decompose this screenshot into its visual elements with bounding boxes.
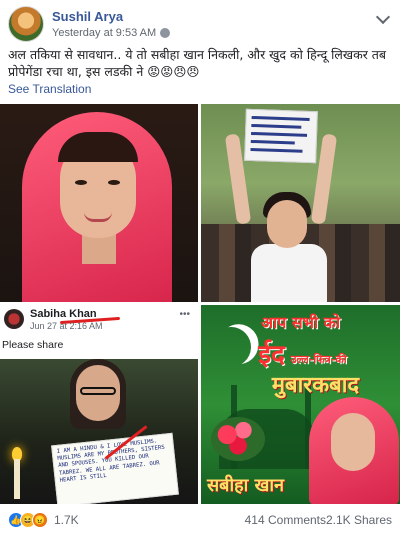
sign-line <box>251 115 310 121</box>
sign-line <box>251 123 302 129</box>
author-avatar[interactable] <box>8 6 44 42</box>
greeting-ul-fitr: उल्ल-फित्र-की <box>290 353 347 366</box>
post-timestamp[interactable]: Yesterday at 9:53 AM <box>52 27 156 39</box>
greeting-line2: ईद उल्ल-फित्र-की <box>205 335 400 371</box>
photo-protest[interactable] <box>201 104 400 302</box>
post-text: अल तकिया से सावधान.. ये तो सबीहा खान निक… <box>8 47 387 79</box>
handwritten-sign: I AM A HINDU & I LOVE MUSLIMS. MUSLIMS A… <box>51 432 179 504</box>
face-shape <box>331 413 375 471</box>
post-meta: Yesterday at 9:53 AM <box>52 27 171 39</box>
more-icon: ••• <box>179 309 190 320</box>
comments-count-link[interactable]: 414 Comments <box>245 513 326 527</box>
sign-line <box>250 139 295 145</box>
screenshot-caption: Please share <box>2 339 64 351</box>
greeting-signature: सबीहा खान <box>207 475 284 496</box>
sign-line <box>250 147 303 153</box>
sign-line <box>251 131 308 137</box>
post-footer: 👍 😆 😠 1.7K 414 Comments 2.1K Shares <box>8 512 392 530</box>
globe-icon <box>160 28 171 38</box>
glasses-shape <box>80 387 116 395</box>
greeting-line1: आप सभी को <box>260 313 341 332</box>
reaction-count: 1.7K <box>54 513 79 527</box>
photo-portrait[interactable] <box>0 104 198 302</box>
reactions-summary[interactable]: 👍 😆 😠 1.7K <box>8 512 79 528</box>
see-translation-link[interactable]: See Translation <box>8 82 91 96</box>
screenshot-date: Jun 27 at 2:16 AM <box>30 321 103 331</box>
screenshot-photo: I AM A HINDU & I LOVE MUSLIMS. MUSLIMS A… <box>0 359 198 504</box>
shares-count-link[interactable]: 2.1K Shares <box>326 513 392 527</box>
candle-shape <box>14 459 20 499</box>
angry-icon: 😠 <box>32 512 48 528</box>
photo-grid: Sabiha Khan Jun 27 at 2:16 AM ••• Please… <box>0 104 400 504</box>
post-header: Sushil Arya Yesterday at 9:53 AM <box>8 6 392 46</box>
greeting-line3: मुबारकबाद <box>271 373 360 398</box>
author-name[interactable]: Sushil Arya <box>52 9 123 24</box>
chevron-down-icon[interactable] <box>375 9 391 25</box>
photo-eid-greeting[interactable]: आप सभी को ईद उल्ल-फित्र-की मुबारकबाद सबी… <box>201 305 400 504</box>
flower-bouquet <box>211 417 265 461</box>
eye-shape <box>108 180 120 185</box>
photo-screenshot[interactable]: Sabiha Khan Jun 27 at 2:16 AM ••• Please… <box>0 305 198 504</box>
eye-shape <box>75 180 87 185</box>
protest-sign <box>244 108 318 164</box>
screenshot-avatar <box>4 309 24 329</box>
neck-shape <box>82 234 116 264</box>
face-shape <box>267 200 307 248</box>
greeting-eid: ईद <box>258 340 285 370</box>
body-shape <box>251 244 327 302</box>
